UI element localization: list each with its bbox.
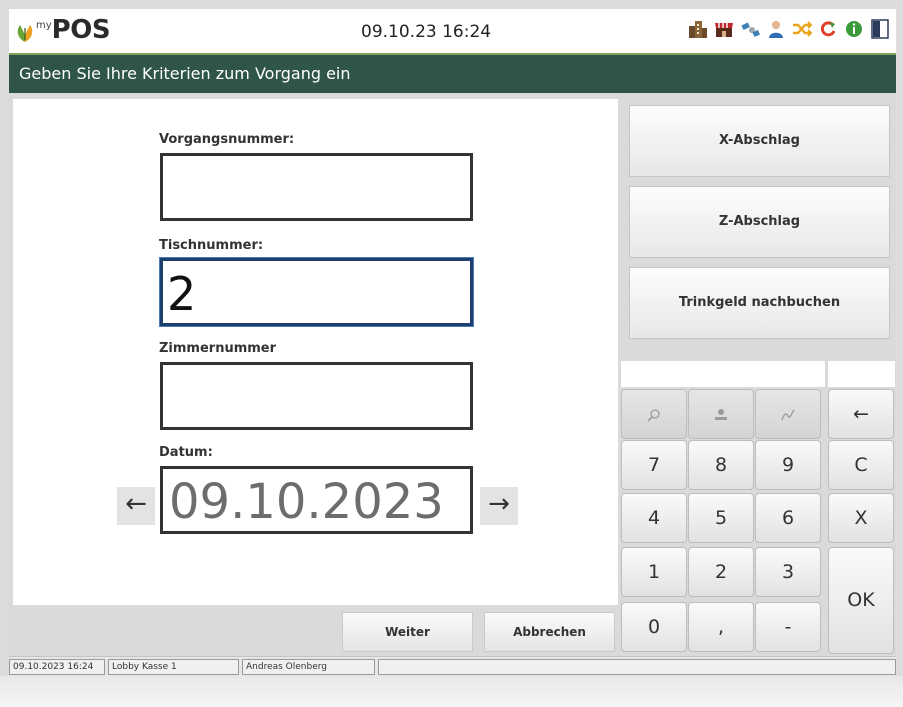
- status-location: Lobby Kasse 1: [108, 659, 239, 675]
- key-2[interactable]: 2: [688, 547, 754, 597]
- refresh-icon[interactable]: [818, 19, 838, 39]
- logo-my: my: [36, 20, 52, 31]
- criteria-form: Vorgangsnummer: Tischnummer: 2 Zimmernum…: [13, 99, 618, 605]
- tisch-label: Tischnummer:: [159, 238, 264, 253]
- datum-field[interactable]: 09.10.2023: [160, 466, 473, 534]
- backspace-key[interactable]: ←: [828, 389, 894, 439]
- datum-value: 09.10.2023: [169, 474, 444, 530]
- datum-label: Datum:: [159, 445, 213, 460]
- panel-icon[interactable]: [870, 19, 890, 39]
- x-abschlag-button[interactable]: X-Abschlag: [629, 105, 890, 177]
- signature-icon: [781, 409, 795, 420]
- header-datetime: 09.10.23 16:24: [361, 22, 492, 42]
- prev-date-button[interactable]: ←: [117, 487, 155, 525]
- logo-pos: POS: [51, 15, 111, 45]
- z-abschlag-button[interactable]: Z-Abschlag: [629, 186, 890, 258]
- minus-key[interactable]: -: [755, 602, 821, 652]
- tisch-value: 2: [167, 267, 197, 321]
- key-0[interactable]: 0: [621, 602, 687, 652]
- key-1[interactable]: 1: [621, 547, 687, 597]
- status-bar: 09.10.2023 16:24 Lobby Kasse 1 Andreas O…: [9, 656, 896, 677]
- status-user: Andreas Olenberg: [242, 659, 375, 675]
- clear-key[interactable]: C: [828, 440, 894, 490]
- keypad-display: [621, 361, 825, 387]
- zimmer-label: Zimmernummer: [159, 341, 277, 356]
- status-datetime: 09.10.2023 16:24: [9, 659, 105, 675]
- search-key[interactable]: [621, 389, 687, 439]
- leaf-logo-icon: [17, 25, 33, 42]
- signature-key[interactable]: [755, 389, 821, 439]
- tisch-field[interactable]: 2: [160, 258, 473, 326]
- weiter-button[interactable]: Weiter: [342, 612, 473, 652]
- header-bar: my POS 09.10.23 16:24: [9, 9, 896, 55]
- stamp-key[interactable]: [688, 389, 754, 439]
- vorgang-field[interactable]: [160, 153, 473, 221]
- zimmer-field[interactable]: [160, 362, 473, 430]
- abbrechen-button[interactable]: Abbrechen: [484, 612, 615, 652]
- key-7[interactable]: 7: [621, 440, 687, 490]
- shop-icon[interactable]: [714, 19, 734, 39]
- key-9[interactable]: 9: [755, 440, 821, 490]
- status-extra: [378, 659, 896, 675]
- key-5[interactable]: 5: [688, 493, 754, 543]
- ok-key[interactable]: OK: [828, 547, 894, 654]
- instruction-titlebar: Geben Sie Ihre Kriterien zum Vorgang ein: [9, 55, 896, 93]
- info-icon[interactable]: [844, 19, 864, 39]
- pos-window: my POS 09.10.23 16:24 Geben Sie Ihre Kri…: [9, 9, 896, 677]
- header-toolbar: [688, 19, 890, 39]
- search-icon: [647, 408, 660, 422]
- key-8[interactable]: 8: [688, 440, 754, 490]
- trinkgeld-button[interactable]: Trinkgeld nachbuchen: [629, 267, 890, 339]
- comma-key[interactable]: ,: [688, 602, 754, 652]
- cancel-key[interactable]: X: [828, 493, 894, 543]
- key-3[interactable]: 3: [755, 547, 821, 597]
- shuffle-icon[interactable]: [792, 19, 812, 39]
- vorgang-label: Vorgangsnummer:: [159, 132, 295, 147]
- user-icon[interactable]: [766, 19, 786, 39]
- mypos-logo: my POS: [15, 15, 111, 46]
- building-icon[interactable]: [688, 19, 708, 39]
- stamp-icon: [715, 408, 727, 420]
- next-date-button[interactable]: →: [480, 487, 518, 525]
- key-4[interactable]: 4: [621, 493, 687, 543]
- key-6[interactable]: 6: [755, 493, 821, 543]
- satellite-icon[interactable]: [740, 19, 760, 39]
- keypad-display-aux: [828, 361, 895, 387]
